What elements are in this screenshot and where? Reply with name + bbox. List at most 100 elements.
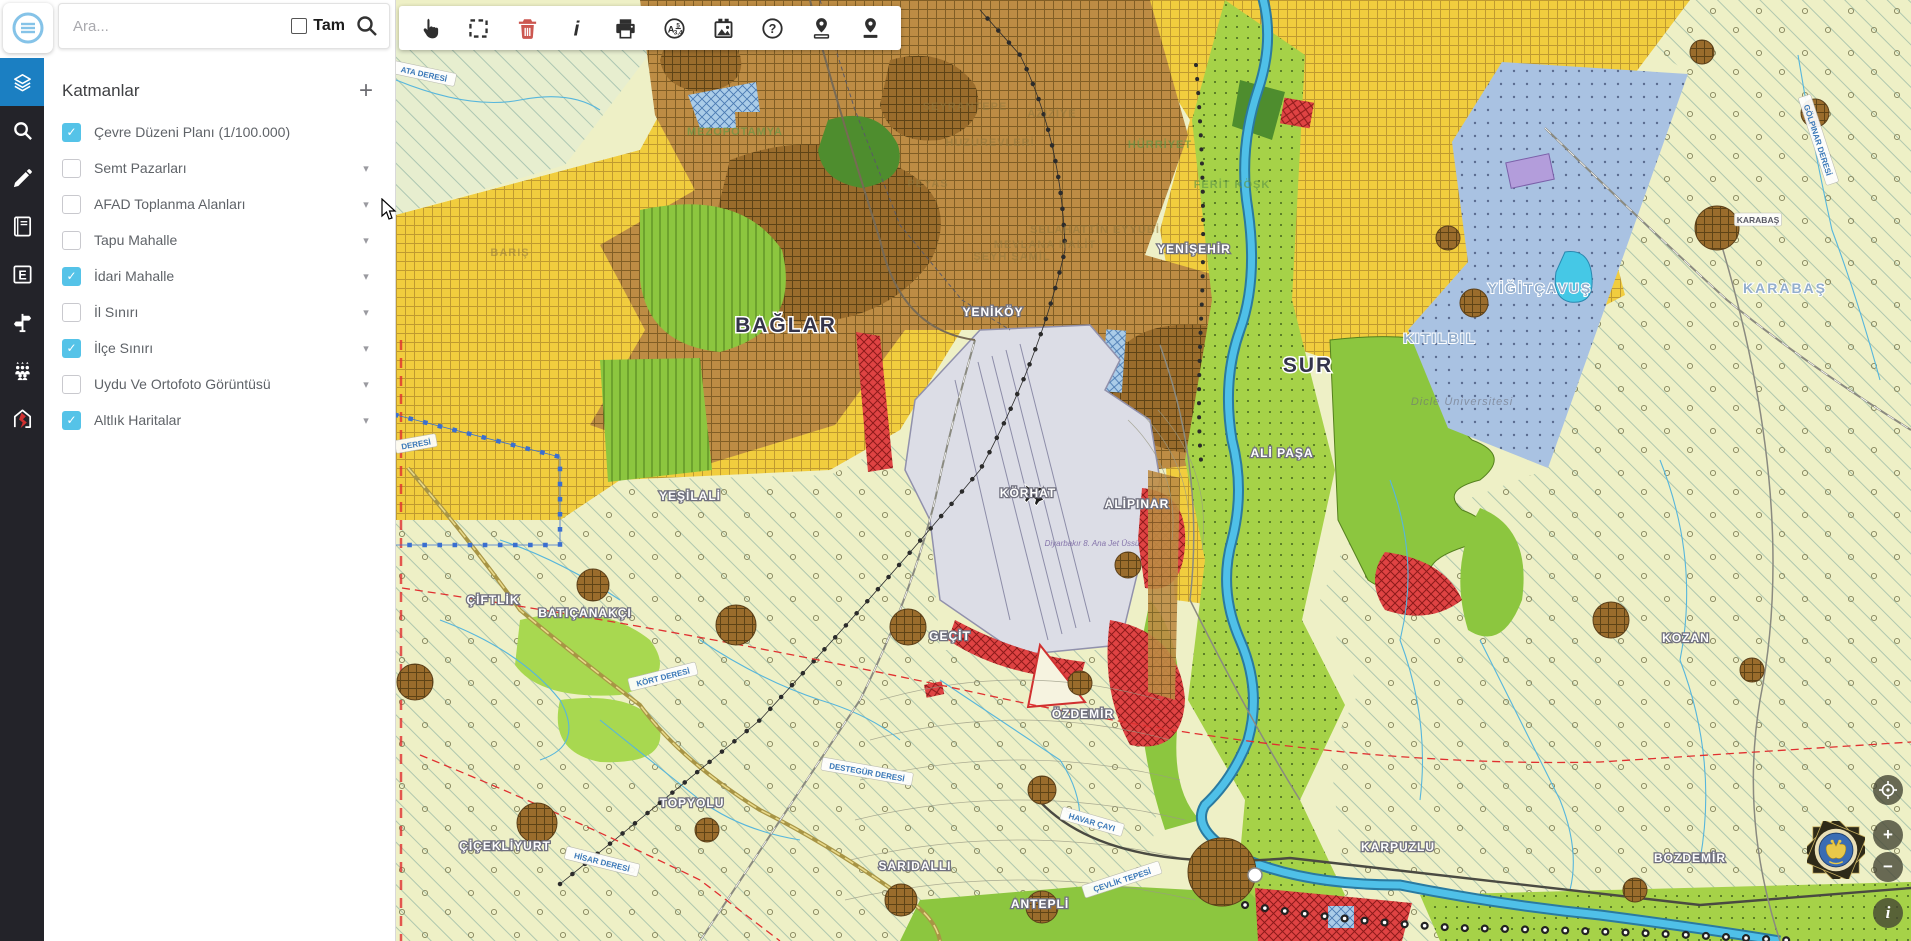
add-marker-tool-button[interactable] <box>797 8 846 48</box>
goto-marker-tool-button[interactable] <box>846 8 895 48</box>
screenshot-tool-button[interactable] <box>699 8 748 48</box>
layer-expand-arrow[interactable]: ▾ <box>359 306 373 319</box>
layer-checkbox[interactable]: ✓ <box>62 267 81 286</box>
map-place-label: KARPUZLU <box>1361 840 1435 854</box>
layer-label: Tapu Mahalle <box>94 232 359 248</box>
layer-checkbox[interactable]: ✓ <box>62 411 81 430</box>
map-canvas[interactable]: BAĞLARSURYENİKÖYALİ PAŞAYEŞİLALİKÖRHATAL… <box>396 0 1911 941</box>
layer-label: Uydu Ve Ortofoto Görüntüsü <box>94 376 359 392</box>
layer-label: İl Sınırı <box>94 304 359 320</box>
sidebar-item-cadastre-book[interactable] <box>0 202 44 250</box>
layer-expand-arrow[interactable]: ▾ <box>359 162 373 175</box>
layer-checkbox[interactable] <box>62 303 81 322</box>
layer-row: ✓İdari Mahalle▾ <box>44 258 395 294</box>
layer-expand-arrow[interactable]: ▾ <box>359 414 373 427</box>
delete-tool-button[interactable] <box>503 8 552 48</box>
map-place-label: BOZDEMİR <box>1654 850 1726 865</box>
app-window: { "search": { "placeholder": "Ara...", "… <box>0 0 1911 941</box>
help-tool-button[interactable]: ? <box>748 8 797 48</box>
map-place-label: KOZAN <box>1662 631 1710 645</box>
search-button[interactable] <box>355 14 379 38</box>
layer-checkbox[interactable] <box>62 375 81 394</box>
select-area-tool-button[interactable] <box>454 8 503 48</box>
layer-label: AFAD Toplanma Alanları <box>94 196 359 212</box>
sidebar-item-brand-logo[interactable] <box>0 394 44 442</box>
map-place-label: MEZOPOTAMYA <box>687 126 783 138</box>
layer-row: ✓ Altlık Haritalar▾ <box>44 402 395 438</box>
layers-panel: Katmanlar + ✓Çevre Düzeni Planı (1/100.0… <box>44 0 396 941</box>
svg-text:i: i <box>574 17 581 40</box>
pencil-icon <box>11 167 34 190</box>
info-tool-button[interactable]: i <box>552 8 601 48</box>
search-input[interactable] <box>73 18 291 35</box>
add-layer-button[interactable]: + <box>359 81 373 101</box>
svg-text:E: E <box>18 268 26 282</box>
layer-row: ✓Çevre Düzeni Planı (1/100.000) <box>44 114 395 150</box>
layer-row: AFAD Toplanma Alanları▾ <box>44 186 395 222</box>
layer-checkbox[interactable] <box>62 231 81 250</box>
sidebar-item-e-services[interactable]: E <box>0 250 44 298</box>
map-place-label: Diyarbakır 8. Ana Jet Üssü <box>1045 539 1140 548</box>
map-place-label: ÇİÇEKLİYURT <box>459 838 551 853</box>
layer-expand-arrow[interactable]: ▾ <box>359 342 373 355</box>
layer-checkbox[interactable] <box>62 159 81 178</box>
map-info-button[interactable]: i <box>1873 898 1903 928</box>
layer-row: ✓ İlçe Sınırı▾ <box>44 330 395 366</box>
layer-checkbox[interactable]: ✓ <box>62 123 81 142</box>
locate-button[interactable] <box>1873 775 1903 805</box>
sidebar-rail: E <box>0 58 44 941</box>
map-place-label: ÖZDEMİR <box>1052 706 1114 721</box>
map-place-label: HÜRRİYET <box>1128 138 1192 151</box>
sidebar-item-layers[interactable] <box>0 58 44 106</box>
book-icon <box>11 215 34 238</box>
map-place-label: SELAHATTİN EYYUBİ <box>1030 223 1160 236</box>
layer-row: Tapu Mahalle▾ <box>44 222 395 258</box>
layer-expand-arrow[interactable]: ▾ <box>359 234 373 247</box>
layer-label: İlçe Sınırı <box>94 340 359 356</box>
map-place-label: SARIDALLI <box>879 859 952 873</box>
menu-toggle-button[interactable] <box>3 3 53 53</box>
map-place-label: TOPYOLU <box>660 796 725 810</box>
layer-expand-arrow[interactable]: ▾ <box>359 198 373 211</box>
zoom-out-button[interactable]: − <box>1873 852 1903 882</box>
print-tool-button[interactable] <box>601 8 650 48</box>
search-bar: Tam <box>58 3 390 49</box>
map-town-label: KARABAŞ <box>1734 213 1781 226</box>
map-place-label: SUR <box>1283 354 1333 377</box>
sidebar-item-population[interactable] <box>0 346 44 394</box>
layer-expand-arrow[interactable]: ▾ <box>359 270 373 283</box>
map-place-label: YENİŞEHİR <box>1157 241 1231 256</box>
exact-match-checkbox[interactable] <box>291 18 307 34</box>
sidebar-item-directions[interactable] <box>0 298 44 346</box>
map-place-label: BATIÇANAKÇI <box>538 606 631 620</box>
e-square-icon: E <box>11 263 34 286</box>
map-place-label: BAĞLAR <box>735 313 837 337</box>
map-place-label: YEŞİLALİ <box>659 488 721 503</box>
layer-label: Altlık Haritalar <box>94 412 359 428</box>
map-place-label: GEÇİT <box>929 628 971 643</box>
map-poi-circle <box>1248 868 1262 882</box>
sidebar-item-search[interactable] <box>0 106 44 154</box>
map-place-label: ALİ PAŞA <box>1250 445 1313 460</box>
map-place-label: SEYRANTEPE <box>923 101 1008 113</box>
map-place-label: MEVLANA HALİT <box>994 238 1096 251</box>
layer-checkbox[interactable]: ✓ <box>62 339 81 358</box>
scale-tool-button[interactable]: A53,4 <box>650 8 699 48</box>
map-place-label: ALİPINAR <box>1105 496 1170 511</box>
pan-tool-button[interactable] <box>405 8 454 48</box>
layers-icon <box>11 71 34 94</box>
sidebar-item-draw[interactable] <box>0 154 44 202</box>
map-place-label: ŞEYH ŞAMİL <box>973 250 1050 263</box>
map-place-label: AZİZİYE <box>1027 107 1076 120</box>
svg-text:?: ? <box>769 22 777 36</box>
layer-checkbox[interactable] <box>62 195 81 214</box>
map-place-label: ÇİFTLİK <box>467 592 520 607</box>
crosshair-icon <box>1878 780 1898 800</box>
zoom-in-button[interactable]: + <box>1873 820 1903 850</box>
map-place-label: ANTEPLİ <box>1011 896 1069 911</box>
svg-text:KARABAŞ: KARABAŞ <box>1737 215 1780 225</box>
people-group-icon <box>11 359 34 382</box>
map-toolbar: i A53,4 ? <box>399 6 901 50</box>
layer-expand-arrow[interactable]: ▾ <box>359 378 373 391</box>
map-place-label: Dicle Üniversitesi <box>1411 396 1513 408</box>
